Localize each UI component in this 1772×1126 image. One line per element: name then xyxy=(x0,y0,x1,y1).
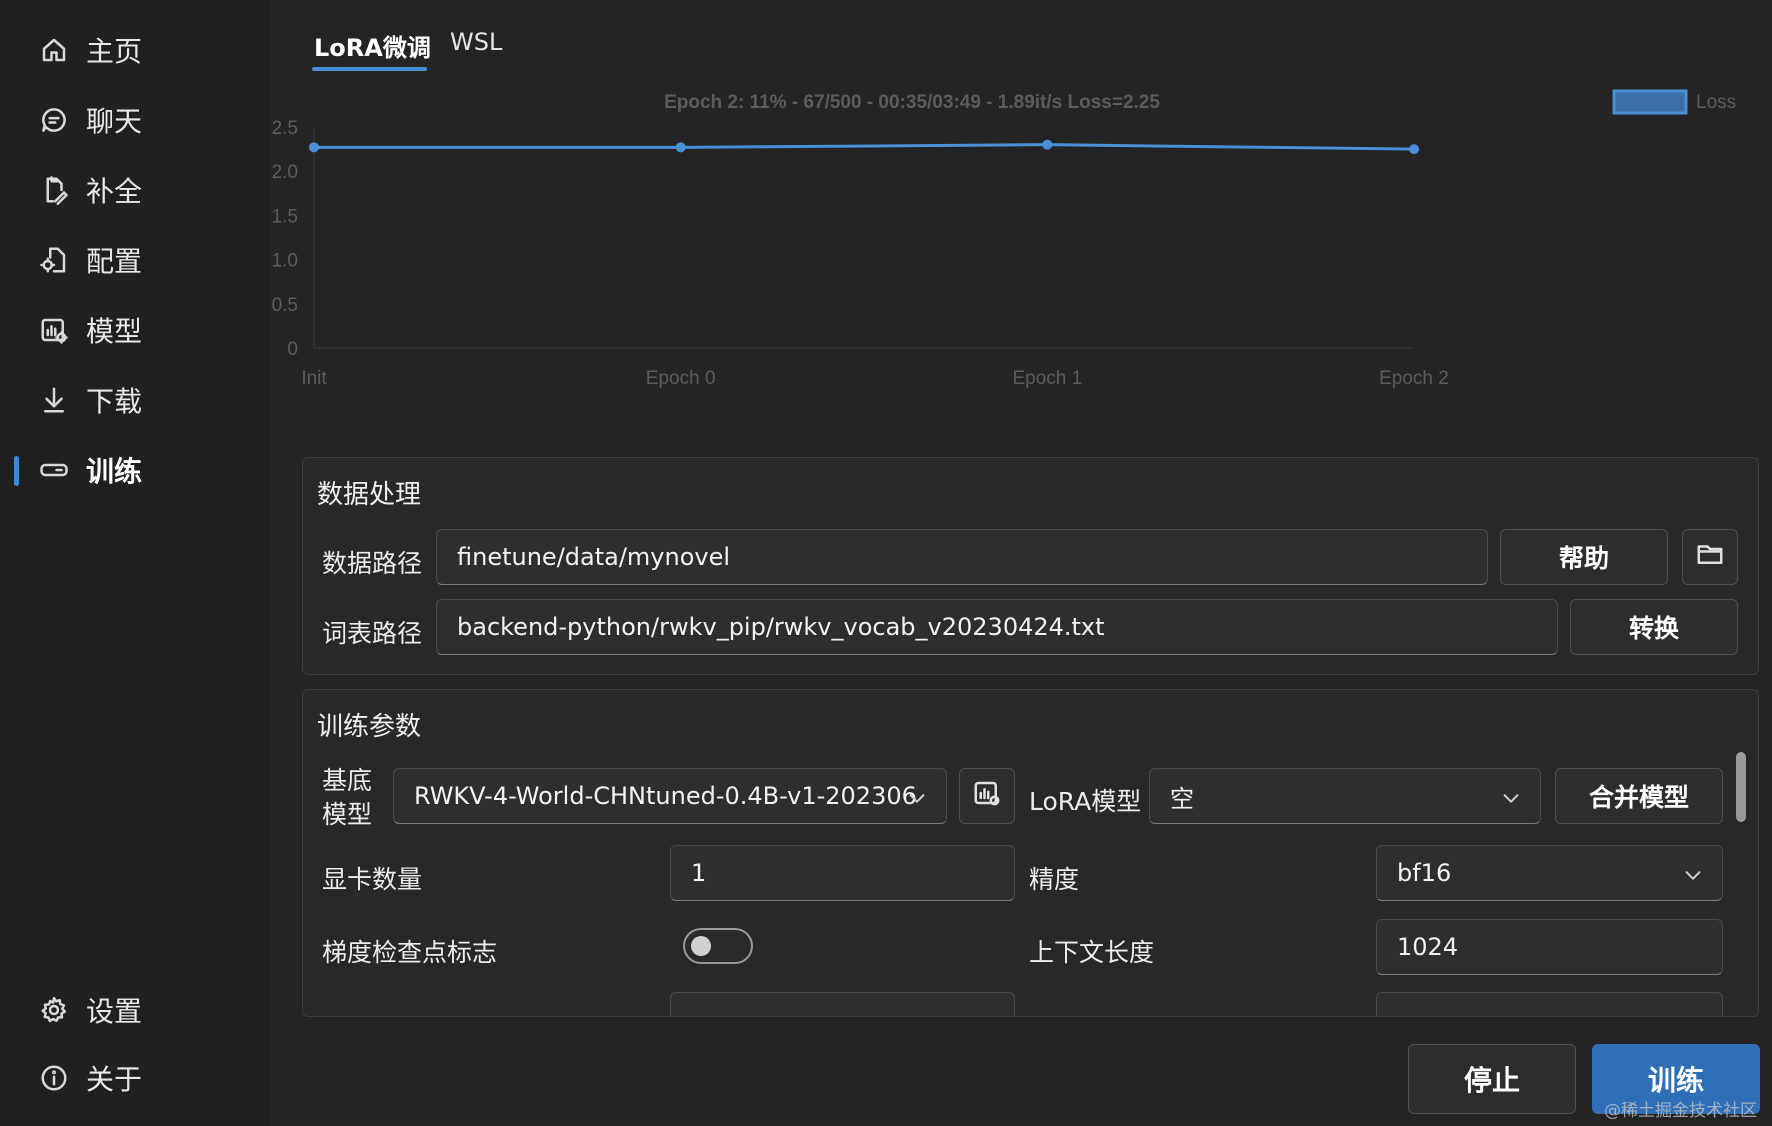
completion-icon xyxy=(36,172,72,208)
loss-chart: 0 0.5 1.0 1.5 2.0 2.5 Init Epoch 0 Epoch 1 Epoch … xyxy=(272,89,1736,389)
config-icon xyxy=(36,242,72,278)
sidebar-item-home[interactable]: 主页 xyxy=(14,22,254,78)
sidebar-item-label: 聊天 xyxy=(86,105,143,138)
chevron-down-icon xyxy=(1682,864,1704,886)
x-tick-label: Init xyxy=(301,368,327,389)
grad-cp-label: 梯度检查点标志 xyxy=(322,938,498,967)
gear-icon xyxy=(36,992,72,1028)
sidebar: 主页 聊天 补全 配置 模型 下载 训练 设置 关于 xyxy=(0,0,270,1126)
download-icon xyxy=(36,382,72,418)
base-model-value: RWKV-4-World-CHNtuned-0.4B-v1-202306 xyxy=(414,782,917,810)
chevron-down-icon xyxy=(1500,787,1522,809)
loss-series-line xyxy=(314,143,1415,151)
loss-data-point xyxy=(675,142,686,153)
sidebar-item-label: 补全 xyxy=(86,175,143,208)
grad-cp-toggle[interactable] xyxy=(683,928,753,964)
sidebar-item-label: 下载 xyxy=(86,385,143,418)
open-folder-button[interactable] xyxy=(1682,529,1738,585)
lora-model-label: LoRA模型 xyxy=(1029,787,1142,816)
tab-lora[interactable]: LoRA微调 xyxy=(314,28,431,63)
y-tick-label: 1.0 xyxy=(272,251,298,272)
sidebar-item-label: 设置 xyxy=(86,995,143,1028)
y-tick-label: 2.5 xyxy=(272,118,298,139)
lora-model-value: 空 xyxy=(1170,784,1194,813)
merge-model-button[interactable]: 合并模型 xyxy=(1555,768,1723,824)
sidebar-item-label: 关于 xyxy=(86,1063,143,1096)
base-model-label: 基底 模型 xyxy=(322,766,373,829)
vocab-path-input[interactable]: backend-python/rwkv_pip/rwkv_vocab_v2023… xyxy=(436,599,1558,655)
model-icon xyxy=(36,312,72,348)
chevron-down-icon xyxy=(906,787,928,809)
model-config-icon xyxy=(972,778,1002,814)
data-path-label: 数据路径 xyxy=(322,549,423,578)
data-path-input[interactable]: finetune/data/mynovel xyxy=(436,529,1488,585)
precision-label: 精度 xyxy=(1029,865,1080,894)
sidebar-item-train[interactable]: 训练 xyxy=(14,442,254,498)
active-indicator xyxy=(14,456,19,486)
watermark: @稀土掘金技术社区 xyxy=(1604,1101,1757,1121)
loss-data-point xyxy=(1042,139,1053,150)
model-config-button[interactable] xyxy=(959,768,1015,824)
sidebar-item-download[interactable]: 下载 xyxy=(14,372,254,428)
y-tick-label: 0.5 xyxy=(272,295,298,316)
chat-icon xyxy=(36,102,72,138)
ctx-len-input[interactable]: 1024 xyxy=(1376,919,1723,975)
partial-input-row[interactable] xyxy=(670,992,1015,1016)
sidebar-item-label: 配置 xyxy=(86,245,143,278)
precision-select[interactable]: bf16 xyxy=(1376,845,1723,901)
home-icon xyxy=(36,32,72,68)
loss-data-point xyxy=(1409,144,1419,155)
help-button[interactable]: 帮助 xyxy=(1500,529,1668,585)
tab-wsl[interactable]: WSL xyxy=(450,28,502,56)
sidebar-item-settings[interactable]: 设置 xyxy=(14,982,254,1038)
sidebar-item-label: 模型 xyxy=(86,315,143,348)
sidebar-item-about[interactable]: 关于 xyxy=(14,1050,254,1106)
stop-button[interactable]: 停止 xyxy=(1408,1044,1576,1114)
sidebar-item-label: 主页 xyxy=(86,35,143,68)
sidebar-item-label: 训练 xyxy=(86,455,143,488)
x-tick-label: Epoch 1 xyxy=(1012,368,1082,389)
toggle-knob xyxy=(691,936,711,956)
panel-title: 数据处理 xyxy=(317,480,422,510)
loss-data-point xyxy=(309,142,319,153)
base-model-select[interactable]: RWKV-4-World-CHNtuned-0.4B-v1-202306 xyxy=(393,768,947,824)
sidebar-item-completion[interactable]: 补全 xyxy=(14,162,254,218)
x-tick-label: Epoch 0 xyxy=(646,368,716,389)
gpu-count-input[interactable]: 1 xyxy=(670,845,1015,901)
sidebar-item-chat[interactable]: 聊天 xyxy=(14,92,254,148)
ctx-len-label: 上下文长度 xyxy=(1029,938,1155,967)
vocab-path-label: 词表路径 xyxy=(322,619,423,648)
lora-model-select[interactable]: 空 xyxy=(1149,768,1541,824)
y-tick-label: 1.5 xyxy=(272,206,298,227)
legend-label: Loss xyxy=(1696,92,1736,113)
y-tick-label: 0 xyxy=(287,339,298,360)
train-params-panel: 训练参数 基底 模型 RWKV-4-World-CHNtuned-0.4B-v1… xyxy=(302,689,1759,1017)
chart-title: Epoch 2: 11% - 67/500 - 00:35/03:49 - 1.… xyxy=(664,92,1160,113)
info-icon xyxy=(36,1060,72,1096)
sidebar-item-model[interactable]: 模型 xyxy=(14,302,254,358)
data-processing-panel: 数据处理 数据路径 finetune/data/mynovel 帮助 词表路径 … xyxy=(302,457,1759,675)
panel-title: 训练参数 xyxy=(317,712,422,742)
train-icon xyxy=(36,452,72,488)
sidebar-item-config[interactable]: 配置 xyxy=(14,232,254,288)
gpu-count-label: 显卡数量 xyxy=(322,865,423,894)
legend-swatch xyxy=(1612,89,1688,115)
folder-icon xyxy=(1695,539,1725,575)
partial-input-row[interactable] xyxy=(1376,992,1723,1016)
convert-button[interactable]: 转换 xyxy=(1570,599,1738,655)
tab-underline xyxy=(312,67,427,71)
y-tick-label: 2.0 xyxy=(272,162,298,183)
precision-value: bf16 xyxy=(1397,859,1452,887)
scrollbar[interactable] xyxy=(1736,752,1746,822)
x-tick-label: Epoch 2 xyxy=(1379,368,1449,389)
